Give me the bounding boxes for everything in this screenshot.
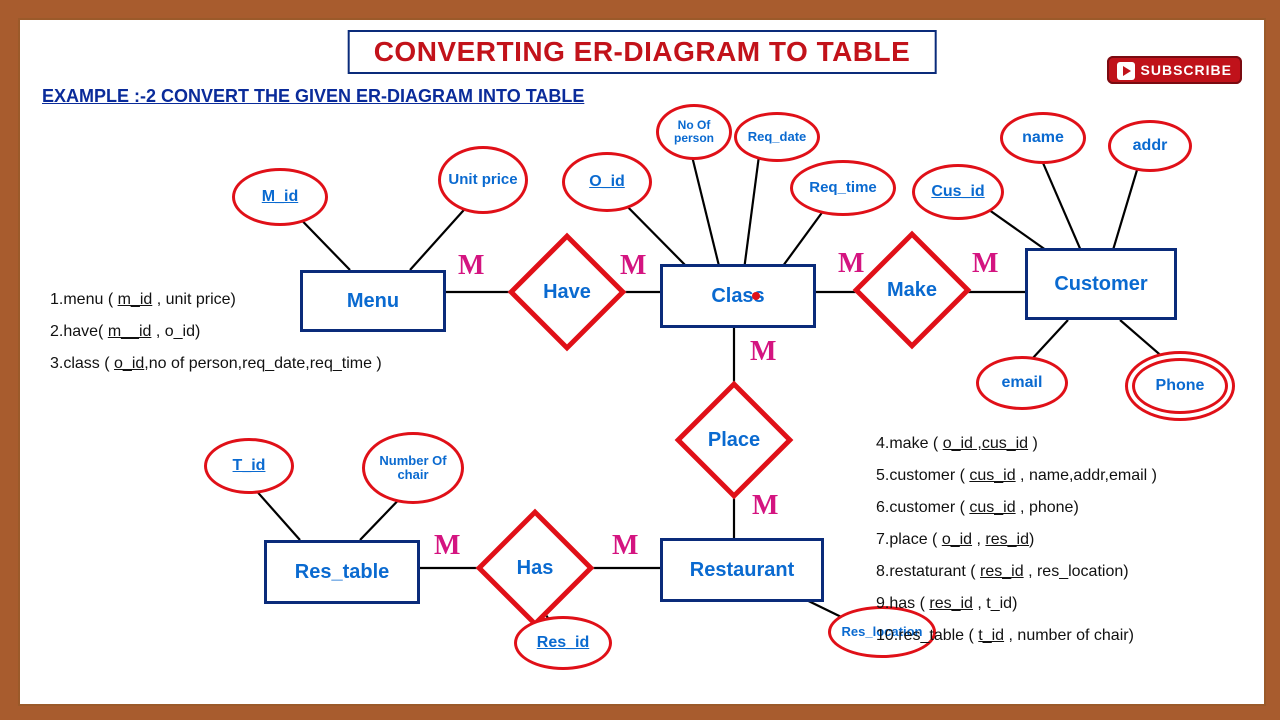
attr-unit-price: Unit price [438, 146, 528, 214]
laser-pointer-icon [752, 292, 760, 300]
entity-customer: Customer [1025, 248, 1177, 320]
card-m-6: M [752, 490, 778, 522]
attr-t-id: T_id [204, 438, 294, 494]
attr-cus-id: Cus_id [912, 164, 1004, 220]
card-m-4: M [972, 248, 998, 280]
card-m-1: M [458, 250, 484, 282]
notes-right: 4.make ( o_id ,cus_id ) 5.customer ( cus… [876, 428, 1236, 652]
card-m-2: M [620, 250, 646, 282]
attr-addr: addr [1108, 120, 1192, 172]
attr-name: name [1000, 112, 1086, 164]
attr-number-of-chair: Number Of chair [362, 432, 464, 504]
entity-restaurant: Restaurant [660, 538, 824, 602]
attr-email: email [976, 356, 1068, 410]
attr-m-id: M_id [232, 168, 328, 226]
attr-req-time: Req_time [790, 160, 896, 216]
slide-canvas: CONVERTING ER-DIAGRAM TO TABLE SUBSCRIBE… [18, 18, 1266, 706]
entity-res-table: Res_table [264, 540, 420, 604]
rel-have: Have [525, 250, 609, 334]
example-label: EXAMPLE :-2 CONVERT THE GIVEN ER-DIAGRAM… [42, 86, 584, 107]
card-m-5: M [750, 336, 776, 368]
attr-req-date: Req_date [734, 112, 820, 162]
attr-phone: Phone [1132, 358, 1228, 414]
rel-place: Place [692, 398, 776, 482]
card-m-3: M [838, 248, 864, 280]
attr-o-id: O_id [562, 152, 652, 212]
rel-make: Make [870, 248, 954, 332]
notes-left: 1.menu ( m_id , unit price) 2.have( m__i… [50, 284, 382, 380]
card-m-8: M [612, 530, 638, 562]
slide-frame: CONVERTING ER-DIAGRAM TO TABLE SUBSCRIBE… [0, 0, 1280, 720]
entity-class: Class [660, 264, 816, 328]
card-m-7: M [434, 530, 460, 562]
attr-no-of-person: No Of person [656, 104, 732, 160]
rel-has: Has [493, 526, 577, 610]
attr-res-id: Res_id [514, 616, 612, 670]
page-title: CONVERTING ER-DIAGRAM TO TABLE [348, 30, 937, 74]
subscribe-button[interactable]: SUBSCRIBE [1107, 56, 1242, 84]
